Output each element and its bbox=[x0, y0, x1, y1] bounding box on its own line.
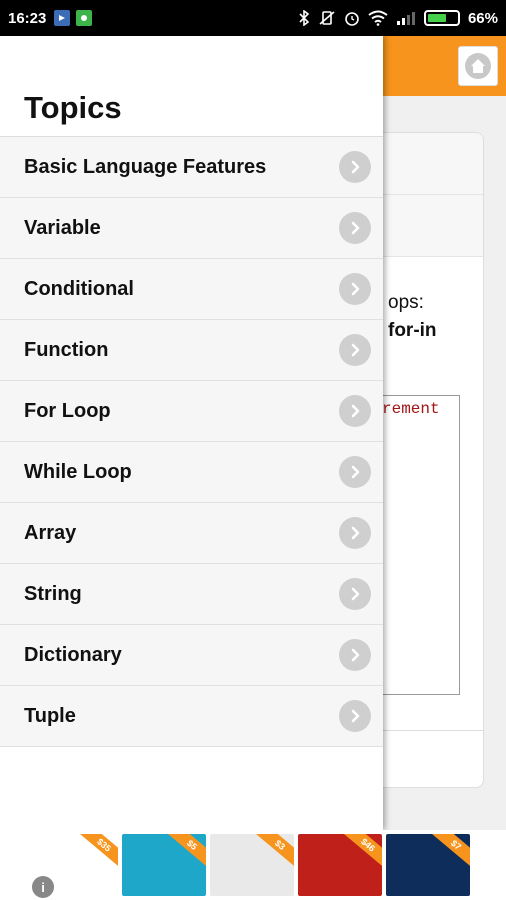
topic-item[interactable]: For Loop bbox=[0, 381, 383, 442]
ad-price-ribbon: $5 bbox=[166, 834, 206, 869]
chevron-right-icon bbox=[339, 456, 371, 488]
ad-product-thumbnail[interactable]: $46 bbox=[298, 834, 382, 896]
home-button[interactable] bbox=[458, 46, 498, 86]
ad-price-ribbon: $35 bbox=[78, 834, 118, 869]
bluetooth-icon bbox=[299, 10, 310, 26]
topic-label: Tuple bbox=[24, 704, 76, 727]
topic-label: Basic Language Features bbox=[24, 155, 267, 178]
chevron-right-icon bbox=[339, 334, 371, 366]
ad-product-thumbnail[interactable]: $3 bbox=[210, 834, 294, 896]
topic-item[interactable]: Variable bbox=[0, 198, 383, 259]
topic-label: Array bbox=[24, 521, 77, 544]
battery-percent: 66% bbox=[467, 9, 498, 27]
topic-label: Function bbox=[24, 338, 109, 361]
topic-label: String bbox=[24, 582, 82, 605]
chevron-right-icon bbox=[339, 639, 371, 671]
ad-price-ribbon: $7 bbox=[430, 834, 470, 869]
topic-label: While Loop bbox=[24, 460, 132, 483]
chevron-right-icon bbox=[339, 395, 371, 427]
topic-item[interactable]: Function bbox=[0, 320, 383, 381]
topic-item[interactable]: Tuple bbox=[0, 686, 383, 747]
ad-price-ribbon: $46 bbox=[342, 834, 382, 869]
topic-item[interactable]: Basic Language Features bbox=[0, 137, 383, 198]
topic-list: Basic Language Features Variable Condition… bbox=[0, 136, 383, 747]
ad-banner[interactable]: $35 $5 $3 $46 $7 bbox=[0, 830, 506, 900]
alarm-icon bbox=[345, 12, 359, 26]
screen-record-icon bbox=[54, 10, 71, 26]
topic-item[interactable]: Array bbox=[0, 503, 383, 564]
vibrate-off-icon bbox=[319, 11, 335, 25]
content-text-bold: for-in bbox=[388, 320, 437, 341]
ad-price-ribbon: $3 bbox=[254, 834, 294, 869]
topic-label: Dictionary bbox=[24, 643, 122, 666]
drawer-title: Topics bbox=[24, 90, 122, 125]
ad-product-thumbnail[interactable]: $7 bbox=[386, 834, 470, 896]
topic-label: Variable bbox=[24, 216, 101, 239]
code-text: rement bbox=[382, 400, 440, 418]
topic-item[interactable]: String bbox=[0, 564, 383, 625]
home-icon bbox=[465, 53, 491, 79]
topic-item[interactable]: Conditional bbox=[0, 259, 383, 320]
topic-item[interactable]: While Loop bbox=[0, 442, 383, 503]
navigation-drawer: Topics Basic Language Features Variable Co… bbox=[0, 36, 383, 830]
status-time: 16:23 bbox=[8, 9, 47, 27]
topic-label: Conditional bbox=[24, 277, 134, 300]
chevron-right-icon bbox=[339, 273, 371, 305]
topic-label: For Loop bbox=[24, 399, 111, 422]
signal-icon bbox=[396, 12, 415, 25]
android-app-icon bbox=[76, 10, 93, 26]
ad-product-thumbnail[interactable]: $5 bbox=[122, 834, 206, 896]
chevron-right-icon bbox=[339, 517, 371, 549]
status-bar: 16:23 66% bbox=[0, 0, 506, 36]
chevron-right-icon bbox=[339, 578, 371, 610]
chevron-right-icon bbox=[339, 212, 371, 244]
chevron-right-icon bbox=[339, 151, 371, 183]
content-text: ops: bbox=[388, 292, 424, 313]
battery-icon bbox=[423, 10, 460, 26]
wifi-icon bbox=[368, 10, 388, 26]
ad-info-icon[interactable]: i bbox=[32, 876, 54, 898]
chevron-right-icon bbox=[339, 700, 371, 732]
topic-item[interactable]: Dictionary bbox=[0, 625, 383, 686]
